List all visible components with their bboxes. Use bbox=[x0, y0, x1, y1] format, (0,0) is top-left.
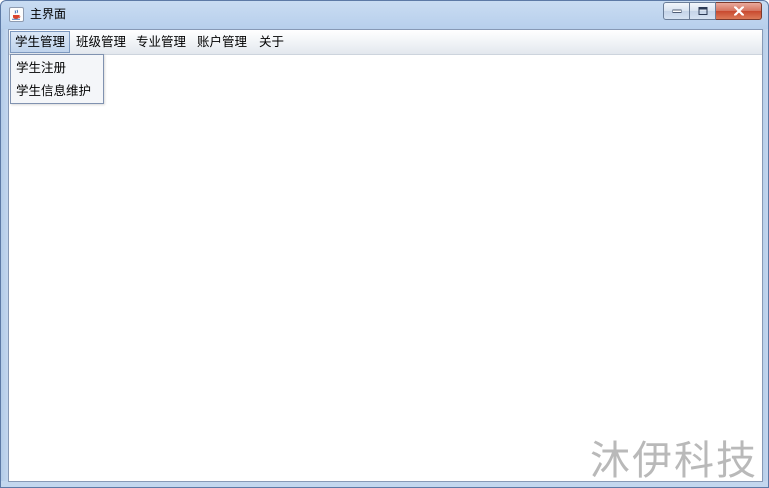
watermark-text: 沐伊科技 bbox=[590, 438, 758, 484]
title-bar[interactable]: 主界面 bbox=[1, 1, 768, 29]
menu-item-student-info-maintenance[interactable]: 学生信息维护 bbox=[11, 80, 103, 102]
content-area: 学生管理 班级管理 专业管理 账户管理 关于 学生注册 学生信息维护 沐伊科技 bbox=[8, 29, 763, 484]
main-window: 主界面 学生管理 班级管理 专业管理 账户管理 关于 学生注册 学生信息维护 沐… bbox=[0, 0, 769, 488]
minimize-button[interactable] bbox=[663, 2, 690, 20]
menu-about[interactable]: 关于 bbox=[254, 31, 289, 53]
window-controls bbox=[663, 2, 762, 21]
window-title: 主界面 bbox=[30, 7, 67, 21]
close-button[interactable] bbox=[716, 2, 762, 20]
minimize-icon bbox=[672, 9, 681, 13]
maximize-button[interactable] bbox=[690, 2, 716, 20]
student-management-dropdown: 学生注册 学生信息维护 bbox=[10, 54, 104, 104]
close-icon bbox=[733, 6, 744, 16]
menu-item-student-register[interactable]: 学生注册 bbox=[11, 57, 103, 79]
menu-account-management[interactable]: 账户管理 bbox=[192, 31, 252, 53]
menu-student-management[interactable]: 学生管理 bbox=[10, 31, 71, 53]
menu-bar: 学生管理 班级管理 专业管理 账户管理 关于 bbox=[9, 30, 762, 55]
left-frame-edge bbox=[1, 29, 8, 487]
menu-major-management[interactable]: 专业管理 bbox=[131, 31, 191, 53]
menu-class-management[interactable]: 班级管理 bbox=[71, 31, 131, 53]
maximize-icon bbox=[698, 7, 707, 15]
java-cup-icon bbox=[9, 7, 24, 22]
